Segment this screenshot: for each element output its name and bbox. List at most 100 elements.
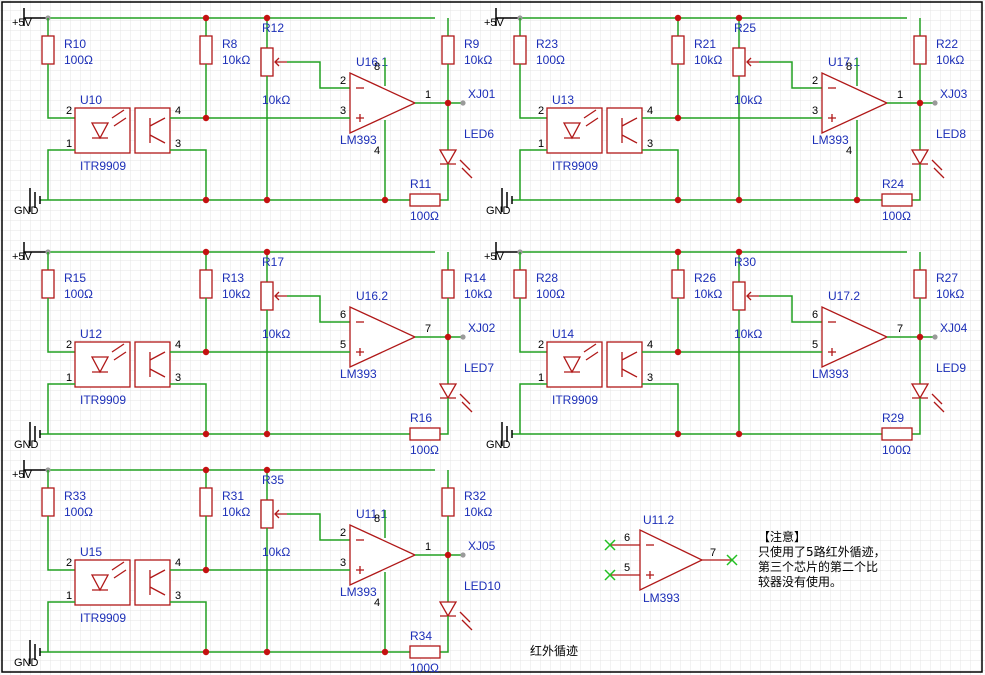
comparator-type: LM393 xyxy=(340,367,377,381)
pin-number: 8 xyxy=(374,513,380,525)
opto-ref: U12 xyxy=(80,327,102,341)
note-line: 只使用了5路红外循迹， xyxy=(758,544,886,559)
junction-dot xyxy=(202,430,210,438)
opto-emitter-body xyxy=(74,107,131,154)
pin-number: 1 xyxy=(425,541,431,553)
input-resistor-ref: R23 xyxy=(536,37,558,51)
comparator-type: LM393 xyxy=(340,585,377,599)
input-resistor xyxy=(41,269,55,299)
pin-number: 6 xyxy=(340,309,346,321)
junction-dot xyxy=(202,466,210,474)
pin-number: 3 xyxy=(340,105,346,117)
pin-number: 4 xyxy=(374,145,380,157)
potentiometer xyxy=(732,281,746,311)
supply-label: +5V xyxy=(12,17,33,29)
net-label: XJ02 xyxy=(468,321,496,335)
output-resistor-ref: R14 xyxy=(464,271,486,285)
junction-dot xyxy=(263,430,271,438)
junction-dot xyxy=(674,248,682,256)
pullup-ref: R26 xyxy=(694,271,716,285)
pin-number: 6 xyxy=(624,532,630,544)
ground-label: GND xyxy=(486,439,511,451)
pin-number: 3 xyxy=(340,557,346,569)
led-resistor xyxy=(409,645,441,659)
opto-type: ITR9909 xyxy=(552,393,598,407)
ground-label: GND xyxy=(14,439,39,451)
led-resistor-ref: R34 xyxy=(410,629,432,643)
junction-dot xyxy=(202,196,210,204)
junction-dot xyxy=(674,114,682,122)
pin-number: 2 xyxy=(812,75,818,87)
junction-dot xyxy=(263,248,271,256)
ground-label: GND xyxy=(14,205,39,217)
opto-emitter-body xyxy=(74,559,131,606)
output-pullup-resistor xyxy=(913,35,927,65)
pin-number: 2 xyxy=(538,339,544,351)
pin-number: 4 xyxy=(846,145,852,157)
net-pin xyxy=(460,100,466,106)
junction-dot xyxy=(674,348,682,356)
led-resistor-value: 100Ω xyxy=(882,443,911,457)
junction-dot xyxy=(444,99,452,107)
opto-ref: U13 xyxy=(552,93,574,107)
opto-receiver-body xyxy=(134,107,171,154)
pin-number: 5 xyxy=(340,339,346,351)
potentiometer-ref: R35 xyxy=(262,473,284,487)
pin-number: 1 xyxy=(538,372,544,384)
potentiometer-value: 10kΩ xyxy=(734,93,762,107)
pullup-resistor xyxy=(199,35,213,65)
junction-dot xyxy=(263,466,271,474)
pin-number: 2 xyxy=(66,339,72,351)
comparator-ref: U17.2 xyxy=(828,289,860,303)
led-ref: LED9 xyxy=(936,361,966,375)
comparator-ref: U16.1 xyxy=(356,55,388,69)
schematic-sheet: +5V GND R10 100Ω 2 1 4 3 U10 ITR9909 R8 10kΩ R12 10kΩ… xyxy=(0,0,985,675)
led-ref: LED7 xyxy=(464,361,494,375)
pin-number: 2 xyxy=(538,105,544,117)
potentiometer-value: 10kΩ xyxy=(262,327,290,341)
junction-dot xyxy=(202,648,210,656)
pin-number: 7 xyxy=(897,323,903,335)
potentiometer xyxy=(260,47,274,77)
output-pullup-resistor xyxy=(441,269,455,299)
opto-type: ITR9909 xyxy=(552,159,598,173)
led-resistor-value: 100Ω xyxy=(882,209,911,223)
junction-dot xyxy=(202,566,210,574)
net-pin xyxy=(460,334,466,340)
output-pullup-resistor xyxy=(441,35,455,65)
pin-number: 4 xyxy=(175,105,181,117)
output-pullup-resistor xyxy=(441,487,455,517)
pin-number: 3 xyxy=(175,138,181,150)
junction-dot xyxy=(735,248,743,256)
opto-receiver-body xyxy=(606,341,643,388)
junction-dot xyxy=(916,99,924,107)
comparator-ref: U17.1 xyxy=(828,55,860,69)
potentiometer-ref: R17 xyxy=(262,255,284,269)
pullup-resistor xyxy=(671,269,685,299)
pin-number: 1 xyxy=(66,372,72,384)
junction-dot xyxy=(735,196,743,204)
led-ref: LED8 xyxy=(936,127,966,141)
led-resistor-value: 100Ω xyxy=(410,443,439,457)
output-resistor-value: 10kΩ xyxy=(464,287,492,301)
potentiometer-value: 10kΩ xyxy=(734,327,762,341)
opto-receiver-body xyxy=(134,341,171,388)
comparator-ref: U16.2 xyxy=(356,289,388,303)
output-resistor-ref: R9 xyxy=(464,37,480,51)
pullup-value: 10kΩ xyxy=(694,53,722,67)
pin-number: 5 xyxy=(624,562,630,574)
opto-type: ITR9909 xyxy=(80,393,126,407)
pin-number: 3 xyxy=(175,590,181,602)
pin-number: 3 xyxy=(647,372,653,384)
junction-dot xyxy=(674,430,682,438)
pin-number: 7 xyxy=(425,323,431,335)
pin-number: 2 xyxy=(340,75,346,87)
junction-dot xyxy=(381,648,389,656)
supply-label: +5V xyxy=(12,251,33,263)
pullup-value: 10kΩ xyxy=(694,287,722,301)
pullup-ref: R13 xyxy=(222,271,244,285)
junction-dot xyxy=(263,648,271,656)
opto-ref: U15 xyxy=(80,545,102,559)
output-resistor-ref: R27 xyxy=(936,271,958,285)
led-resistor xyxy=(881,427,913,441)
